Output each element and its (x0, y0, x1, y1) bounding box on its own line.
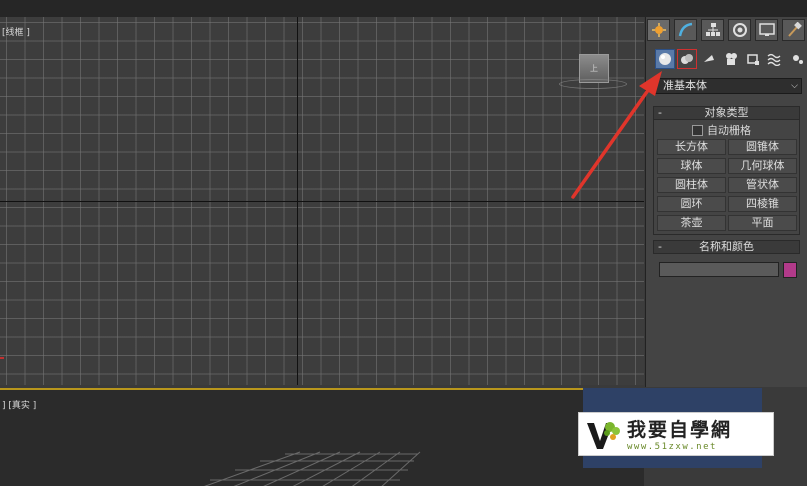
wave-icon (767, 53, 781, 66)
motion-icon (732, 23, 747, 37)
object-type-rollout-header[interactable]: - 对象类型 (653, 106, 800, 120)
hierarchy-icon (705, 23, 720, 36)
rollout-title: 对象类型 (704, 106, 749, 119)
subtab-space-warps[interactable] (765, 49, 785, 69)
viewport-label-top[interactable]: [线框 ] (2, 25, 30, 38)
box-button[interactable]: 长方体 (657, 139, 726, 155)
dropdown-value: 准基本体 (663, 79, 707, 92)
subtab-geometry[interactable] (655, 49, 675, 69)
tube-button[interactable]: 管状体 (728, 177, 797, 193)
object-name-input[interactable] (659, 262, 779, 277)
gear-icon (793, 55, 803, 64)
watermark: 我要自學網 www.51zxw.net (578, 388, 774, 468)
pyramid-button[interactable]: 四棱锥 (728, 196, 797, 212)
sphere-icon (659, 53, 671, 65)
watermark-card: 我要自學網 www.51zxw.net (578, 412, 774, 456)
subtab-shapes[interactable] (677, 49, 697, 69)
tab-utilities[interactable] (782, 19, 805, 41)
plane-button[interactable]: 平面 (728, 215, 797, 231)
grid-axis-horizontal (0, 201, 644, 202)
collapse-icon: - (658, 106, 662, 119)
star-icon (651, 23, 666, 37)
viewcube-ring[interactable] (559, 79, 627, 89)
camera-icon (726, 53, 737, 65)
shapes-icon (681, 54, 693, 64)
tab-modify[interactable] (674, 19, 697, 41)
cylinder-button[interactable]: 圆柱体 (657, 177, 726, 193)
autogrid-label: 自动栅格 (707, 124, 751, 137)
tab-create[interactable] (647, 19, 670, 41)
create-subtabs (646, 49, 807, 71)
subtab-systems[interactable] (787, 49, 807, 69)
watermark-url: www.51zxw.net (627, 442, 717, 452)
subtab-helpers[interactable] (743, 49, 763, 69)
monitor-icon (758, 23, 775, 36)
name-color-rollout-header[interactable]: - 名称和颜色 (653, 240, 800, 254)
watermark-title: 我要自學網 (627, 419, 733, 441)
geometry-type-dropdown[interactable]: 准基本体 ⌵ (652, 78, 802, 94)
tab-motion[interactable] (728, 19, 751, 41)
subtab-cameras[interactable] (721, 49, 741, 69)
tab-hierarchy[interactable] (701, 19, 724, 41)
hammer-icon (787, 22, 802, 37)
logo-icon (587, 422, 620, 449)
object-type-rollout-body: 自动栅格 长方体 圆锥体 球体 几何球体 圆柱体 管状体 圆环 四棱锥 茶壶 平… (653, 120, 800, 235)
light-icon (704, 55, 714, 62)
geosphere-button[interactable]: 几何球体 (728, 158, 797, 174)
command-panel-tabs (646, 19, 807, 41)
viewport-label-perspective[interactable]: ] [真实 ] (2, 398, 36, 411)
command-panel: 准基本体 ⌵ - 对象类型 自动栅格 长方体 圆锥体 球体 几何球体 圆柱体 管… (645, 17, 807, 387)
object-color-swatch[interactable] (783, 262, 797, 278)
autogrid-checkbox[interactable]: 自动栅格 (692, 122, 751, 138)
collapse-icon: - (658, 240, 662, 253)
tab-display[interactable] (755, 19, 778, 41)
rollout-title: 名称和颜色 (699, 240, 754, 253)
top-strip (0, 0, 807, 17)
perspective-viewport[interactable]: ] [真实 ] (0, 390, 644, 486)
sphere-button[interactable]: 球体 (657, 158, 726, 174)
subtab-lights[interactable] (699, 49, 719, 69)
helper-icon (747, 54, 759, 65)
teapot-button[interactable]: 茶壶 (657, 215, 726, 231)
perspective-grid (204, 451, 421, 486)
curve-icon (678, 22, 692, 37)
grid-axis-vertical (297, 17, 298, 385)
cone-button[interactable]: 圆锥体 (728, 139, 797, 155)
torus-button[interactable]: 圆环 (657, 196, 726, 212)
checkbox-box[interactable] (692, 124, 703, 136)
x-axis-marker (0, 357, 4, 359)
chevron-down-icon: ⌵ (791, 81, 798, 91)
top-viewport[interactable]: [线框 ] 上 (0, 17, 644, 385)
